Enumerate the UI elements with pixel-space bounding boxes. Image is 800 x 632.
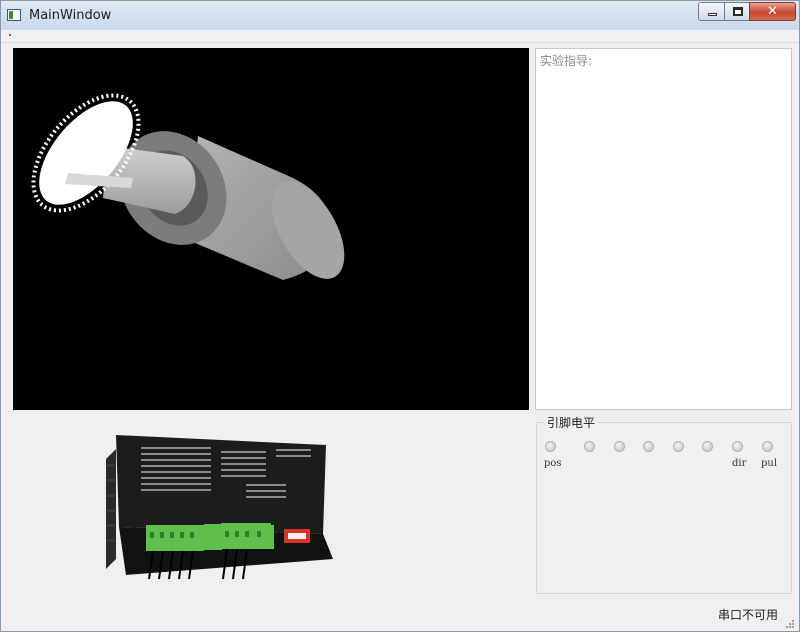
maximize-button[interactable] [724, 2, 750, 21]
close-icon: ✕ [767, 4, 778, 19]
size-grip-icon[interactable] [783, 617, 795, 629]
led-pos [545, 441, 556, 452]
led-2 [584, 441, 595, 452]
pin-label-dir: dir [732, 458, 747, 469]
led-pul [762, 441, 773, 452]
main-window: MainWindow ✕ 实验指导: 引脚电平 pos dir pul 串口不可… [0, 0, 800, 632]
stepper-driver-illustration [106, 435, 333, 580]
experiment-guide-label: 实验指导: [540, 54, 593, 68]
minimize-icon [708, 13, 717, 16]
maximize-icon [733, 7, 743, 16]
pin-level-group [536, 422, 792, 594]
status-bar-text: 串口不可用 [718, 608, 779, 622]
led-5 [673, 441, 684, 452]
close-button[interactable]: ✕ [749, 2, 796, 21]
window-title: MainWindow [29, 8, 112, 23]
led-3 [614, 441, 625, 452]
experiment-guide-panel[interactable]: 实验指导: [535, 48, 792, 410]
led-dir [732, 441, 743, 452]
minimize-button[interactable] [698, 2, 725, 21]
menu-handle [9, 34, 11, 36]
terminal-blocks [146, 523, 274, 551]
title-bar[interactable]: MainWindow ✕ [1, 1, 799, 30]
pin-label-pos: pos [544, 458, 562, 469]
3d-viewport[interactable] [13, 48, 529, 410]
led-4 [643, 441, 654, 452]
menu-bar[interactable] [1, 30, 799, 43]
window-app-icon[interactable] [7, 9, 21, 21]
pin-label-pul: pul [761, 458, 778, 469]
stepper-driver-image [101, 429, 341, 581]
gear-shaft-render [31, 93, 345, 280]
led-6 [702, 441, 713, 452]
pin-level-title: 引脚电平 [544, 414, 599, 431]
